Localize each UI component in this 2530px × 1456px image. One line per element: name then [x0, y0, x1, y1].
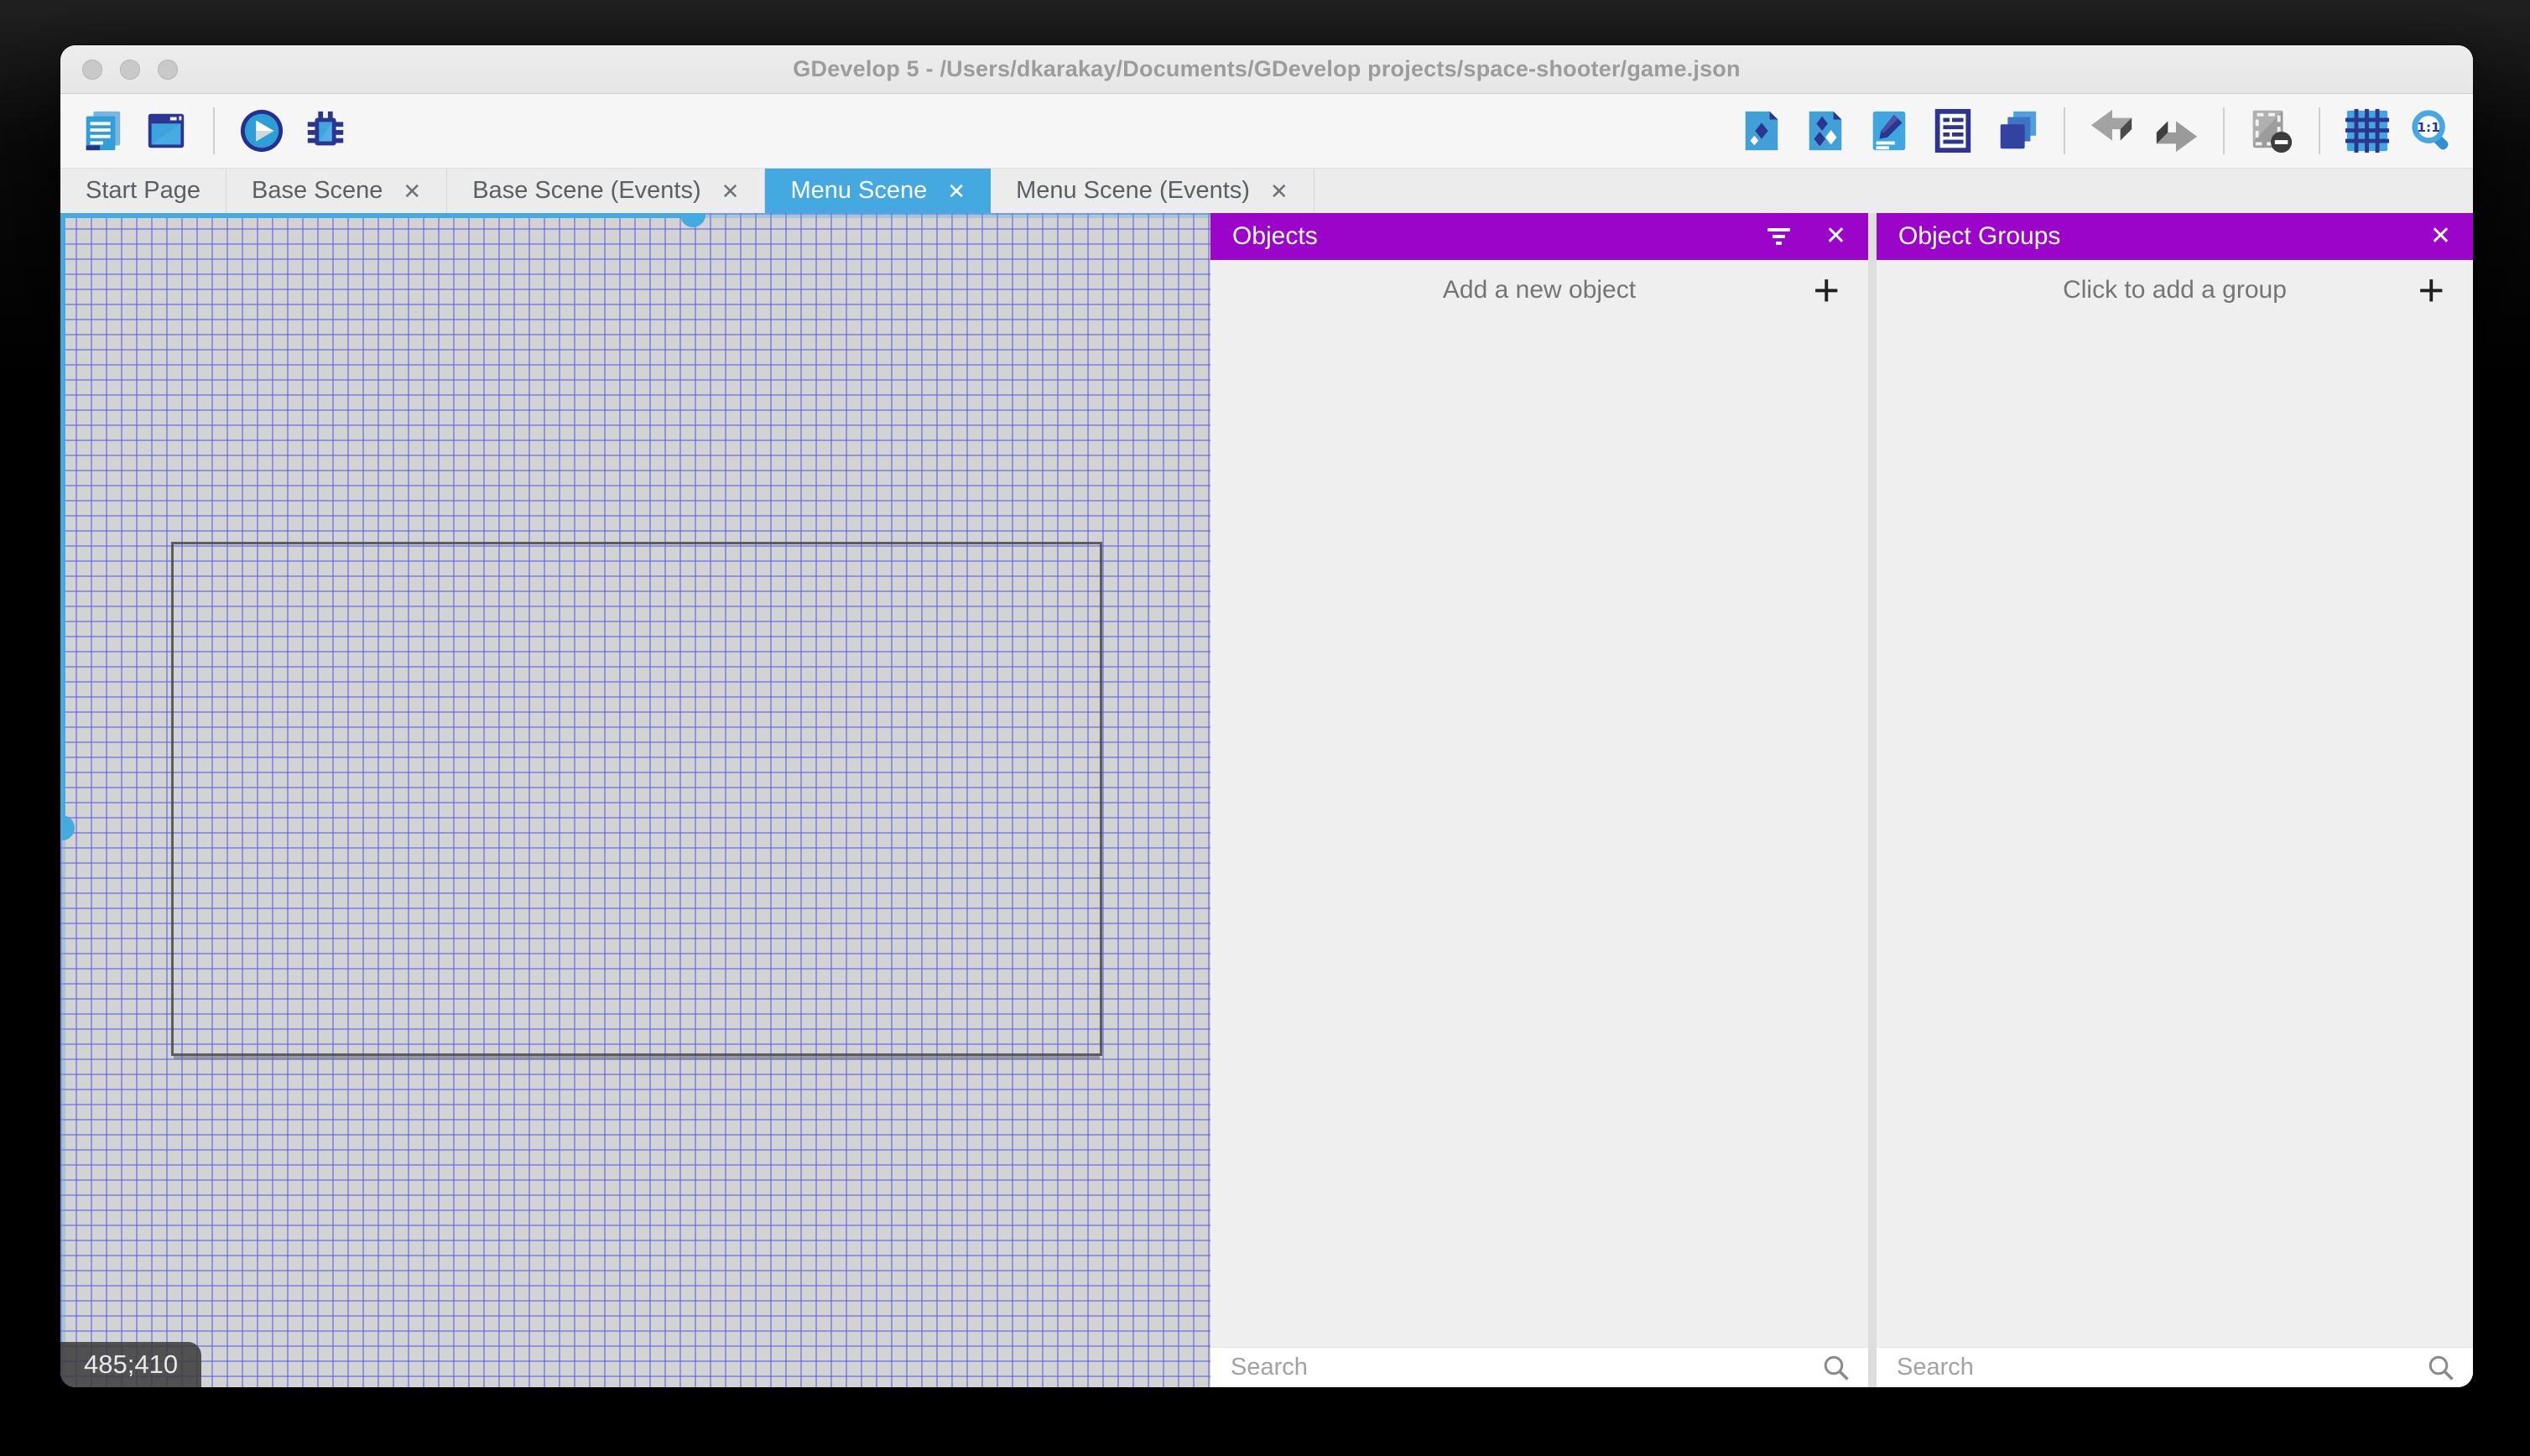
- toolbar-separator: [2223, 107, 2225, 154]
- title-bar: GDevelop 5 - /Users/dkarakay/Documents/G…: [60, 45, 2473, 94]
- vertical-scrollbar-thumb[interactable]: [60, 815, 75, 840]
- game-window-bounds: [171, 542, 1102, 1056]
- tab-close-icon[interactable]: ✕: [947, 180, 966, 202]
- plus-icon: +: [2418, 265, 2444, 315]
- tab-menu-scene[interactable]: Menu Scene ✕: [765, 169, 992, 213]
- tab-close-icon[interactable]: ✕: [721, 180, 740, 202]
- object-groups-panel-title: Object Groups: [1898, 222, 2061, 250]
- start-page-button[interactable]: [143, 107, 190, 154]
- object-groups-editor-icon: [1809, 111, 1842, 151]
- objects-panel-title: Objects: [1232, 222, 1318, 250]
- toolbar-separator: [2064, 107, 2065, 154]
- debug-icon: [307, 111, 344, 146]
- search-icon: [2428, 1355, 2454, 1381]
- project-manager-icon: [86, 111, 121, 151]
- undo-icon: [2090, 109, 2132, 141]
- objects-list-empty-area: [1210, 320, 1868, 1347]
- minimize-window-button[interactable]: [120, 59, 140, 80]
- properties-icon: [1872, 111, 1906, 151]
- tab-start-page[interactable]: Start Page: [60, 169, 227, 213]
- window-title: GDevelop 5 - /Users/dkarakay/Documents/G…: [793, 56, 1741, 81]
- app-window: GDevelop 5 - /Users/dkarakay/Documents/G…: [60, 45, 2473, 1387]
- tab-base-scene-events[interactable]: Base Scene (Events) ✕: [447, 169, 766, 213]
- object-groups-panel: Object Groups ✕ Click to add a group +: [1877, 213, 2473, 1387]
- scene-canvas[interactable]: 485;410: [60, 213, 1210, 1387]
- horizontal-scrollbar-thumb[interactable]: [680, 213, 705, 227]
- objects-editor-icon: [1745, 111, 1778, 151]
- close-window-button[interactable]: [82, 59, 102, 80]
- add-group-label: Click to add a group: [2063, 276, 2287, 304]
- open-properties-panel-button[interactable]: [1866, 107, 1913, 154]
- zoom-reset-button[interactable]: 1:1: [2408, 107, 2455, 154]
- add-group-button[interactable]: Click to add a group +: [1877, 260, 2473, 320]
- traffic-lights: [82, 45, 178, 93]
- groups-list-empty-area: [1877, 320, 2473, 1347]
- tab-label: Base Scene (Events): [472, 177, 701, 204]
- tab-close-icon[interactable]: ✕: [403, 180, 421, 202]
- tab-label: Menu Scene: [790, 177, 928, 204]
- objects-search-input[interactable]: [1210, 1348, 1868, 1387]
- open-object-groups-editor-button[interactable]: [1802, 107, 1849, 154]
- editor-tab-bar: Start Page Base Scene ✕ Base Scene (Even…: [60, 168, 2473, 213]
- plus-icon: +: [1813, 265, 1840, 315]
- objects-panel: Objects ✕ Add a new object +: [1210, 213, 1868, 1387]
- tab-label: Menu Scene (Events): [1016, 177, 1250, 204]
- search-icon: [1824, 1355, 1849, 1381]
- tab-close-icon[interactable]: ✕: [1270, 180, 1288, 202]
- toggle-grid-button[interactable]: [2344, 107, 2391, 154]
- debug-button[interactable]: [302, 107, 349, 154]
- cursor-coordinates: 485;410: [84, 1349, 179, 1379]
- start-page-icon: [148, 113, 185, 148]
- tab-label: Base Scene: [252, 177, 383, 204]
- open-instances-list-button[interactable]: [1929, 107, 1976, 154]
- add-object-label: Add a new object: [1442, 276, 1637, 304]
- open-layers-editor-button[interactable]: [1993, 107, 2040, 154]
- groups-search-input[interactable]: [1877, 1348, 2473, 1387]
- play-preview-button[interactable]: [238, 107, 285, 154]
- main-toolbar: 1:1: [60, 94, 2473, 168]
- cursor-coordinates-badge: 485;410: [60, 1342, 202, 1387]
- tab-label: Start Page: [86, 177, 201, 204]
- window-mask-icon: [2252, 110, 2293, 153]
- project-manager-button[interactable]: [79, 107, 126, 154]
- objects-search-bar: [1210, 1347, 1868, 1387]
- object-groups-panel-header: Object Groups ✕: [1877, 213, 2473, 260]
- groups-search-bar: [1877, 1347, 2473, 1387]
- undo-button[interactable]: [2089, 107, 2136, 154]
- tab-base-scene[interactable]: Base Scene ✕: [226, 169, 448, 213]
- toolbar-separator: [213, 107, 215, 154]
- zoom-window-button[interactable]: [158, 59, 178, 80]
- close-object-groups-panel-button[interactable]: ✕: [2430, 224, 2451, 249]
- toggle-window-mask-button[interactable]: [2248, 107, 2295, 154]
- grid-icon: [2345, 108, 2390, 153]
- redo-button[interactable]: [2153, 107, 2199, 154]
- close-objects-panel-button[interactable]: ✕: [1825, 224, 1846, 249]
- redo-icon: [2156, 121, 2198, 153]
- instances-list-icon: [1934, 108, 1971, 153]
- add-object-button[interactable]: Add a new object +: [1210, 260, 1868, 320]
- layers-icon: [2000, 111, 2037, 149]
- zoom-reset-icon: 1:1: [2412, 110, 2449, 150]
- panel-divider[interactable]: [1868, 213, 1877, 1387]
- horizontal-scrollbar-fill: [60, 213, 693, 218]
- toolbar-left-group: [79, 107, 349, 154]
- toolbar-separator: [2319, 107, 2320, 154]
- svg-text:1:1: 1:1: [2417, 120, 2440, 135]
- tab-menu-scene-events[interactable]: Menu Scene (Events) ✕: [991, 169, 1314, 213]
- vertical-scrollbar-fill: [60, 213, 65, 828]
- main-content: 485;410 Objects ✕ Add a new object + Sea…: [60, 213, 2473, 1387]
- objects-panel-header: Objects ✕: [1210, 213, 1868, 260]
- filter-icon[interactable]: [1766, 223, 1792, 250]
- open-objects-editor-button[interactable]: [1738, 107, 1785, 154]
- play-icon: [240, 109, 284, 153]
- toolbar-right-group: 1:1: [1738, 107, 2455, 154]
